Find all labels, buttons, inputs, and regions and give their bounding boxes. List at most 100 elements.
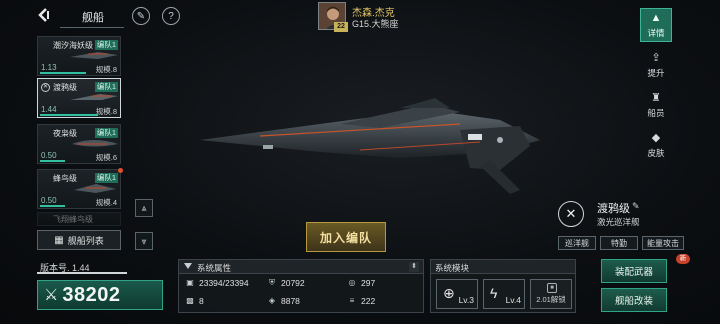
- ship-type: 激光巡洋舰: [597, 217, 640, 227]
- attr-value: 222: [361, 296, 376, 306]
- attr-durability: ▣ 23394/23394: [185, 278, 249, 288]
- ship-modify-button[interactable]: 舰船改装: [601, 288, 667, 312]
- module-level: Lv.3: [458, 295, 474, 305]
- module-slot-targeting[interactable]: ⊕ Lv.3: [436, 279, 478, 309]
- question-icon: ?: [168, 10, 174, 22]
- ship-card-raven[interactable]: ✕ 渡鸦级 编队1 1.44 规模.8: [37, 78, 121, 118]
- skin-icon: ◆: [651, 131, 661, 144]
- lightning-icon: ϟ: [490, 285, 498, 301]
- ship-tag-energy: 能量攻击: [642, 236, 684, 250]
- nav-label: 详情: [647, 27, 665, 38]
- ship-card-value: 0.50: [41, 196, 57, 205]
- ship-card-value: 1.44: [41, 105, 57, 114]
- emblem-icon: ✕: [41, 83, 50, 92]
- grid-icon: ▩: [186, 296, 194, 305]
- ship-card-tidal-siren[interactable]: 潮汐海妖级 编队1 1.13 规模.8: [37, 36, 121, 76]
- ship-card-bar: [40, 114, 98, 116]
- ship-tag-special: 特勤: [600, 236, 638, 250]
- grid-icon: ▦: [54, 234, 64, 246]
- nav-upgrade[interactable]: ⇪ 提升: [640, 48, 672, 82]
- fleet-filter-button[interactable]: ⩓: [135, 199, 153, 217]
- ship-card-scale: 规模.8: [95, 107, 117, 116]
- ship-card-value: 1.13: [41, 63, 57, 72]
- chevron-left-icon: [38, 8, 49, 22]
- upgrade-icon: ⇪: [651, 51, 661, 64]
- ship-card-scale: 规模.6: [95, 153, 117, 162]
- ship-card-partial[interactable]: 飞翔蜂鸟级: [37, 212, 121, 226]
- fleet-sort-icon: ⩔: [141, 235, 147, 246]
- triangle-icon: [184, 263, 192, 269]
- ship-list-label: 舰船列表: [67, 235, 104, 246]
- ship-card-name: 飞翔蜂鸟级: [53, 215, 93, 224]
- ship-card-hummingbird[interactable]: 蜂鸟级 编队1 0.50 规模.4: [37, 169, 121, 209]
- ship-card-night-owl[interactable]: 夜枭级 编队1 0.50 规模.6: [37, 124, 121, 164]
- rename-button[interactable]: ✎: [632, 201, 640, 212]
- attr-value: 8: [199, 296, 204, 306]
- ship-card-scale: 规模.8: [95, 65, 117, 74]
- attr-shield: ⛨ 20792: [267, 278, 305, 288]
- lock-icon: ■: [547, 283, 557, 293]
- ship-model-image: [200, 98, 540, 194]
- ship-card-bar: [40, 160, 65, 162]
- attr-value: 297: [361, 278, 376, 288]
- equip-weapon-button[interactable]: 装配武器: [601, 259, 667, 283]
- shield-icon: ⛨: [269, 278, 275, 287]
- title-underline: [60, 27, 124, 28]
- attr-speed: ≡ 222: [347, 296, 376, 306]
- attributes-title: 系统属性: [197, 263, 232, 273]
- nav-label: 提升: [647, 67, 665, 78]
- ship-name: 渡鸦级: [597, 203, 630, 215]
- targeting-icon: ⊕: [443, 285, 455, 301]
- armor-icon: ◈: [268, 296, 276, 305]
- module-level: Lv.4: [505, 295, 521, 305]
- back-button[interactable]: [36, 7, 52, 23]
- radar-icon: ◎: [348, 278, 356, 287]
- ship-card-value: 0.50: [41, 151, 57, 160]
- new-badge: 新: [676, 254, 690, 264]
- crossed-swords-icon: ⚔: [44, 287, 59, 304]
- module-unlock-text: 2.01解锁: [536, 295, 566, 304]
- detail-icon: ▲: [650, 11, 662, 24]
- nav-label: 皮肤: [647, 147, 665, 158]
- notification-dot: [118, 168, 123, 173]
- page-title: 舰船: [82, 12, 104, 24]
- add-to-fleet-button[interactable]: 加入编队: [306, 222, 386, 252]
- ship-thumbnail-icon: [72, 140, 118, 147]
- ship-class-emblem: ✕: [558, 201, 584, 227]
- modules-title: 系统模块: [435, 263, 470, 273]
- module-slot-lightning[interactable]: ϟ Lv.4: [483, 279, 525, 309]
- attr-value: 20792: [281, 278, 305, 288]
- system-modules-panel: 系统模块 ⊕ Lv.3 ϟ Lv.4 ■ 2.01解锁: [430, 259, 576, 313]
- attr-armor: ◈ 8878: [267, 296, 300, 306]
- modules-header: 系统模块: [431, 260, 575, 274]
- system-attributes-panel: 系统属性 ⬍ ▣ 23394/23394 ⛨ 20792 ◎ 297 ▩ 8 ◈…: [178, 259, 424, 313]
- ship-card-bar: [40, 205, 65, 207]
- nav-skin[interactable]: ◆ 皮肤: [640, 128, 672, 162]
- nav-detail[interactable]: ▲ 详情: [640, 8, 672, 42]
- combat-power-box: ⚔ 38202: [37, 280, 163, 310]
- durability-icon: ▣: [186, 278, 194, 287]
- expand-button[interactable]: ⬍: [409, 262, 419, 272]
- version-progress-bar: [37, 272, 127, 274]
- player-level-badge: 22: [334, 22, 348, 32]
- combat-power-value: 38202: [62, 283, 121, 306]
- module-slot-locked[interactable]: ■ 2.01解锁: [530, 279, 572, 309]
- help-button[interactable]: ?: [162, 7, 180, 25]
- ship-card-bar: [40, 72, 86, 74]
- ship-thumbnail-icon: [70, 94, 118, 100]
- fleet-sort-button[interactable]: ⩔: [135, 232, 153, 250]
- attr-radar: ◎ 297: [347, 278, 376, 288]
- ship-card-scale: 规模.4: [95, 198, 117, 207]
- attr-value: 8878: [281, 296, 300, 306]
- ship-tag-cruiser: 巡洋舰: [558, 236, 596, 250]
- attr-grid: ▩ 8: [185, 296, 204, 306]
- nav-crew[interactable]: ♜ 船员: [640, 88, 672, 122]
- attr-value: 23394/23394: [199, 278, 249, 288]
- pencil-icon: ✎: [632, 201, 640, 211]
- ship-thumbnail-icon: [74, 184, 116, 193]
- crosshair-icon: ✕: [565, 206, 577, 221]
- ship-list-button[interactable]: ▦ 舰船列表: [37, 230, 121, 250]
- speed-icon: ≡: [349, 296, 355, 305]
- ship-thumbnail-icon: [70, 52, 118, 59]
- leaf-button[interactable]: ✎: [132, 7, 150, 25]
